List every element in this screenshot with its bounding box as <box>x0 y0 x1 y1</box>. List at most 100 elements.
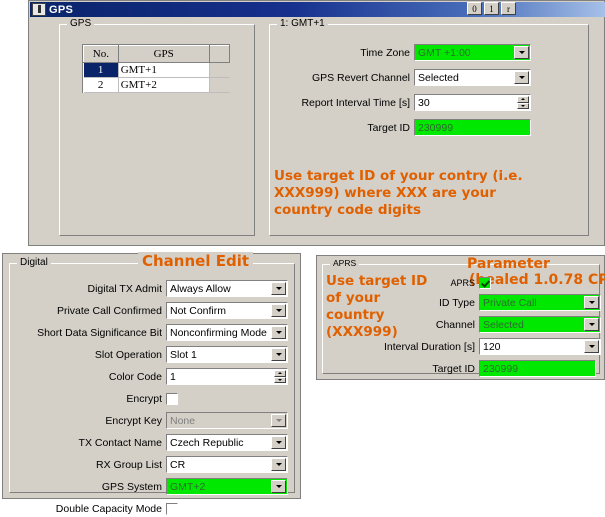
time-zone-value: GMT +1:00 <box>418 46 471 59</box>
gps-list-group-label: GPS <box>67 18 95 29</box>
tx-contact-name-combo[interactable]: Czech Republic <box>166 434 288 451</box>
channel-combo[interactable]: Selected <box>479 316 601 333</box>
field-report-interval-time: Report Interval Time [s] 30 <box>280 94 580 111</box>
table-header-row: No. GPS <box>83 45 231 63</box>
label-rx-group-list: RX Group List <box>96 458 162 471</box>
field-private-call-confirmed: Private Call Confirmed Not Confirm <box>14 302 292 319</box>
field-slot-operation: Slot Operation Slot 1 <box>14 346 292 363</box>
rx-group-list-value: CR <box>170 458 186 471</box>
chevron-down-icon[interactable] <box>271 436 286 449</box>
chevron-down-icon[interactable] <box>584 340 599 353</box>
aprs-enable-checkbox[interactable] <box>479 276 491 289</box>
gps-system-value: GMT+2 <box>170 480 206 493</box>
field-color-code: Color Code 1 <box>14 368 292 385</box>
field-short-data-significance-bit: Short Data Significance Bit Nonconfirmin… <box>14 324 292 341</box>
chevron-down-icon[interactable] <box>271 326 286 339</box>
digital-tx-admit-value: Always Allow <box>170 282 231 295</box>
maximize-button[interactable]: 1 <box>484 2 499 15</box>
digital-tx-admit-combo[interactable]: Always Allow <box>166 280 288 297</box>
aprs-target-id-input[interactable]: 230999 <box>479 360 596 377</box>
minimize-button[interactable]: 0 <box>467 2 482 15</box>
chevron-down-icon[interactable] <box>584 318 599 331</box>
chevron-down-icon[interactable] <box>514 46 529 59</box>
table-row[interactable]: 1 GMT+1 <box>83 62 230 78</box>
window-controls: 0 1 r <box>467 2 516 15</box>
digital-panel: Digital Channel Edit Digital TX Admit Al… <box>2 252 301 515</box>
row-pad <box>209 77 230 93</box>
field-digital-tx-admit: Digital TX Admit Always Allow <box>14 280 292 297</box>
label-color-code: Color Code <box>108 370 162 383</box>
spinner-arrows-icon[interactable] <box>274 370 286 383</box>
spinner-arrows-icon[interactable] <box>517 96 529 109</box>
column-header-no[interactable]: No. <box>83 45 119 63</box>
slot-operation-value: Slot 1 <box>170 348 197 361</box>
table-row[interactable]: 2 GMT+2 <box>83 77 230 93</box>
field-interval-duration: Interval Duration [s] 120 <box>383 338 601 355</box>
chevron-down-icon[interactable] <box>584 296 599 309</box>
chevron-down-icon[interactable] <box>271 480 286 493</box>
color-code-spinner[interactable]: 1 <box>166 368 288 385</box>
gps-window-titlebar[interactable]: GPS <box>30 2 605 17</box>
private-call-confirmed-combo[interactable]: Not Confirm <box>166 302 288 319</box>
aprs-parameter-heading: Parameter <box>467 256 550 272</box>
id-type-value: Private Call <box>483 296 537 309</box>
short-data-significance-bit-value: Nonconfirming Mode <box>170 326 267 339</box>
gps-system-combo[interactable]: GMT+2 <box>166 478 288 495</box>
digital-groupbox: Digital Channel Edit Digital TX Admit Al… <box>9 252 295 515</box>
chevron-down-icon[interactable] <box>271 348 286 361</box>
label-aprs-target-id: Target ID <box>432 362 475 375</box>
row-pad <box>209 62 230 78</box>
row-gps-name[interactable]: GMT+1 <box>118 62 210 78</box>
label-channel: Channel <box>435 318 475 331</box>
chevron-down-icon <box>271 414 286 427</box>
report-interval-time-spinner[interactable]: 30 <box>414 94 531 111</box>
label-tx-contact-name: TX Contact Name <box>78 436 162 449</box>
gps-window: GPS 0 1 r GPS No. GPS 1 GMT+1 2 GMT+2 1:… <box>28 0 605 246</box>
encrypt-key-combo: None <box>166 412 288 429</box>
row-gps-name[interactable]: GMT+2 <box>118 77 210 93</box>
label-aprs: APRS <box>450 277 475 288</box>
close-button[interactable]: r <box>501 2 516 15</box>
chevron-down-icon[interactable] <box>514 71 529 84</box>
field-channel: Channel Selected <box>383 316 601 333</box>
rx-group-list-combo[interactable]: CR <box>166 456 288 473</box>
gps-table[interactable]: No. GPS 1 GMT+1 2 GMT+2 <box>82 44 231 93</box>
private-call-confirmed-value: Not Confirm <box>170 304 227 317</box>
double-capacity-mode-checkbox[interactable] <box>166 502 178 515</box>
tx-contact-name-value: Czech Republic <box>170 436 244 449</box>
interval-duration-combo[interactable]: 120 <box>479 338 601 355</box>
label-gps-system: GPS System <box>101 480 162 493</box>
gps-detail-group-label: 1: GMT+1 <box>277 18 328 29</box>
label-private-call-confirmed: Private Call Confirmed <box>56 304 162 317</box>
chevron-down-icon[interactable] <box>271 304 286 317</box>
gps-revert-channel-combo[interactable]: Selected <box>414 69 531 86</box>
row-number: 2 <box>83 77 119 93</box>
field-aprs-target-id: Target ID 230999 <box>383 360 601 377</box>
target-id-input[interactable]: 230999 <box>414 119 531 136</box>
label-report-interval-time: Report Interval Time [s] <box>301 96 410 109</box>
gps-list-groupbox: GPS No. GPS 1 GMT+1 2 GMT+2 <box>59 18 255 236</box>
label-digital-tx-admit: Digital TX Admit <box>87 282 163 295</box>
column-header-gps[interactable]: GPS <box>117 45 210 63</box>
chevron-down-icon[interactable] <box>271 282 286 295</box>
color-code-value[interactable]: 1 <box>167 371 176 383</box>
encrypt-checkbox[interactable] <box>166 392 178 405</box>
field-double-capacity-mode: Double Capacity Mode <box>14 500 292 517</box>
digital-group-label: Digital <box>17 257 51 268</box>
label-encrypt: Encrypt <box>126 392 162 405</box>
field-encrypt: Encrypt <box>14 390 292 407</box>
field-target-id: Target ID 230999 <box>280 119 580 136</box>
channel-edit-heading: Channel Edit <box>138 252 253 270</box>
slot-operation-combo[interactable]: Slot 1 <box>166 346 288 363</box>
id-type-combo[interactable]: Private Call <box>479 294 601 311</box>
report-interval-time-value[interactable]: 30 <box>415 97 430 109</box>
field-rx-group-list: RX Group List CR <box>14 456 292 473</box>
gps-revert-channel-value: Selected <box>418 71 459 84</box>
field-time-zone: Time Zone GMT +1:00 <box>280 44 580 61</box>
encrypt-key-value: None <box>170 414 196 427</box>
interval-duration-value: 120 <box>483 340 501 353</box>
time-zone-combo[interactable]: GMT +1:00 <box>414 44 531 61</box>
chevron-down-icon[interactable] <box>271 458 286 471</box>
short-data-significance-bit-combo[interactable]: Nonconfirming Mode <box>166 324 288 341</box>
label-slot-operation: Slot Operation <box>94 348 162 361</box>
